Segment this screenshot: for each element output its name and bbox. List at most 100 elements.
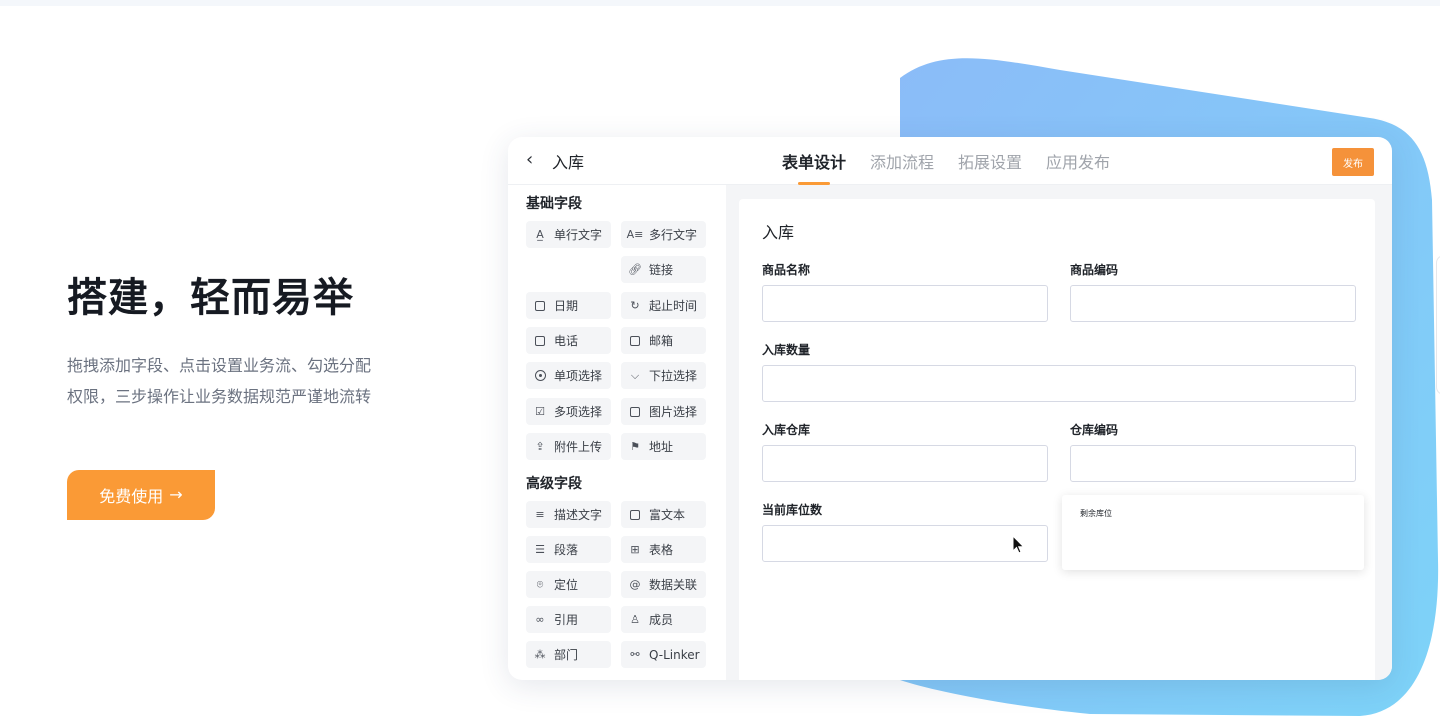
hero-description-line: 拖拽添加字段、点击设置业务流、勾选分配 bbox=[67, 356, 372, 375]
chip-label: 下拉选择 bbox=[649, 369, 698, 383]
chip-label: 链接 bbox=[649, 263, 674, 277]
dragging-field-card[interactable]: 剩余库位 bbox=[1062, 495, 1364, 570]
top-strip bbox=[0, 0, 1440, 6]
tab-extend-settings[interactable]: 拓展设置 bbox=[958, 149, 1022, 185]
chip-label: 图片选择 bbox=[649, 405, 698, 419]
warehouse-input[interactable] bbox=[762, 445, 1048, 482]
chip-label: 多行文字 bbox=[649, 228, 698, 242]
mail-icon bbox=[629, 335, 641, 347]
department-icon: ⁂ bbox=[534, 648, 546, 661]
field-chip-mail[interactable]: 邮箱 bbox=[621, 327, 706, 354]
field-chip-link[interactable]: 🔗︎ 链接 bbox=[621, 256, 706, 283]
hero-title: 搭建，轻而易举 bbox=[67, 275, 354, 321]
text-multi-icon: A≡ bbox=[626, 228, 644, 241]
qlinker-icon: ⚯ bbox=[630, 648, 640, 661]
paragraph-icon: ☰ bbox=[535, 543, 545, 556]
field-chip-data-link[interactable]: @ 数据关联 bbox=[621, 571, 706, 598]
chip-label: 成员 bbox=[649, 613, 674, 627]
hero-description: 拖拽添加字段、点击设置业务流、勾选分配 权限，三步操作让业务数据规范严谨地流转 bbox=[67, 350, 397, 412]
chip-label: 起止时间 bbox=[649, 299, 698, 313]
field-chip-qlinker[interactable]: ⚯ Q-Linker bbox=[621, 641, 706, 668]
field-label-quantity: 入库数量 bbox=[762, 343, 811, 357]
field-chip-upload[interactable]: ⇪ 附件上传 bbox=[526, 433, 611, 460]
chip-label: 富文本 bbox=[649, 508, 686, 522]
chip-label: Q-Linker bbox=[649, 647, 700, 662]
field-chip-image[interactable]: 图片选择 bbox=[621, 398, 706, 425]
reference-icon: ∞ bbox=[535, 613, 545, 626]
tab-form-design[interactable]: 表单设计 bbox=[782, 149, 846, 185]
app-title: 入库 bbox=[552, 153, 585, 172]
tab-bar: 表单设计 添加流程 拓展设置 应用发布 bbox=[782, 149, 1110, 185]
field-chip-phone[interactable]: 电话 bbox=[526, 327, 611, 354]
image-icon bbox=[629, 406, 641, 418]
advanced-fields-title: 高级字段 bbox=[526, 476, 582, 492]
free-trial-button[interactable]: 免费使用 → bbox=[67, 470, 215, 520]
chip-label: 段落 bbox=[554, 543, 579, 557]
chip-label: 引用 bbox=[554, 613, 579, 627]
warehouse-code-input[interactable] bbox=[1070, 445, 1356, 482]
field-chip-reference[interactable]: ∞ 引用 bbox=[526, 606, 611, 633]
field-chip-time-range[interactable]: ↻ 起止时间 bbox=[621, 292, 706, 319]
field-chip-address[interactable]: ⚑ 地址 bbox=[621, 433, 706, 460]
field-chip-dropdown[interactable]: ⌵ 下拉选择 bbox=[621, 362, 706, 389]
product-code-input[interactable] bbox=[1070, 285, 1356, 322]
product-name-input[interactable] bbox=[762, 285, 1048, 322]
quantity-input[interactable] bbox=[762, 365, 1356, 402]
location-icon: ⌾ bbox=[536, 577, 544, 591]
chevron-left-icon[interactable]: ‹ bbox=[526, 149, 533, 170]
radio-icon bbox=[534, 370, 546, 382]
field-chip-radio[interactable]: 单项选择 bbox=[526, 362, 611, 389]
checkbox-icon: ☑ bbox=[535, 405, 545, 418]
phone-icon bbox=[534, 335, 546, 347]
table-icon: ⊞ bbox=[630, 543, 640, 556]
calendar-icon bbox=[534, 300, 546, 312]
field-label-current-slots: 当前库位数 bbox=[762, 503, 823, 517]
chip-label: 附件上传 bbox=[554, 440, 603, 454]
field-chip-checkbox[interactable]: ☑ 多项选择 bbox=[526, 398, 611, 425]
form-canvas: 入库 商品名称 商品编码 入库数量 入库仓库 仓库编码 当前库位数 剩余库位 bbox=[726, 185, 1392, 680]
text-single-icon: A̲ bbox=[536, 228, 544, 241]
chip-label: 数据关联 bbox=[649, 578, 698, 592]
app-header: ‹ 入库 表单设计 添加流程 拓展设置 应用发布 发布 bbox=[508, 137, 1392, 185]
address-icon: ⚑ bbox=[630, 440, 640, 453]
field-chip-multi-text[interactable]: A≡ 多行文字 bbox=[621, 221, 706, 248]
field-label-warehouse-code: 仓库编码 bbox=[1070, 423, 1119, 437]
field-chip-paragraph[interactable]: ☰ 段落 bbox=[526, 536, 611, 563]
mouse-pointer-icon bbox=[1012, 535, 1025, 554]
field-palette: 基础字段 A̲ 单行文字 A≡ 多行文字 🔗︎ 链接 日期 ↻ 起止时间 电话 邮箱 单… bbox=[508, 185, 726, 680]
app-window: ‹ 入库 表单设计 添加流程 拓展设置 应用发布 发布 基础字段 A̲ 单行文字 … bbox=[508, 137, 1392, 680]
field-label-product-code: 商品编码 bbox=[1070, 263, 1119, 277]
rich-text-icon bbox=[629, 509, 641, 521]
chip-label: 单行文字 bbox=[554, 228, 603, 242]
field-chip-member[interactable]: ♙ 成员 bbox=[621, 606, 706, 633]
chip-label: 部门 bbox=[554, 648, 579, 662]
basic-fields-title: 基础字段 bbox=[526, 196, 582, 212]
field-chip-description[interactable]: ≡ 描述文字 bbox=[526, 501, 611, 528]
dropdown-icon: ⌵ bbox=[630, 368, 640, 382]
field-chip-single-text[interactable]: A̲ 单行文字 bbox=[526, 221, 611, 248]
field-label-product-name: 商品名称 bbox=[762, 263, 811, 277]
field-chip-table[interactable]: ⊞ 表格 bbox=[621, 536, 706, 563]
description-icon: ≡ bbox=[535, 508, 545, 521]
field-chip-location[interactable]: ⌾ 定位 bbox=[526, 571, 611, 598]
field-chip-department[interactable]: ⁂ 部门 bbox=[526, 641, 611, 668]
chip-label: 日期 bbox=[554, 299, 579, 313]
current-slots-input[interactable] bbox=[762, 525, 1048, 562]
chip-label: 邮箱 bbox=[649, 334, 674, 348]
field-chip-date[interactable]: 日期 bbox=[526, 292, 611, 319]
chip-label: 定位 bbox=[554, 578, 579, 592]
field-chip-rich-text[interactable]: 富文本 bbox=[621, 501, 706, 528]
tab-app-publish[interactable]: 应用发布 bbox=[1046, 149, 1110, 185]
form-title: 入库 bbox=[762, 223, 795, 242]
chip-label: 多项选择 bbox=[554, 405, 603, 419]
upload-icon: ⇪ bbox=[535, 440, 545, 453]
free-trial-label: 免费使用 bbox=[99, 487, 164, 506]
tab-add-flow[interactable]: 添加流程 bbox=[870, 149, 934, 185]
data-link-icon: @ bbox=[629, 578, 641, 591]
publish-button[interactable]: 发布 bbox=[1332, 148, 1374, 176]
form-card: 入库 商品名称 商品编码 入库数量 入库仓库 仓库编码 当前库位数 剩余库位 bbox=[739, 199, 1375, 680]
chip-label: 地址 bbox=[649, 440, 674, 454]
chip-label: 表格 bbox=[649, 543, 674, 557]
link-icon: 🔗︎ bbox=[628, 263, 642, 276]
chip-label: 描述文字 bbox=[554, 508, 603, 522]
